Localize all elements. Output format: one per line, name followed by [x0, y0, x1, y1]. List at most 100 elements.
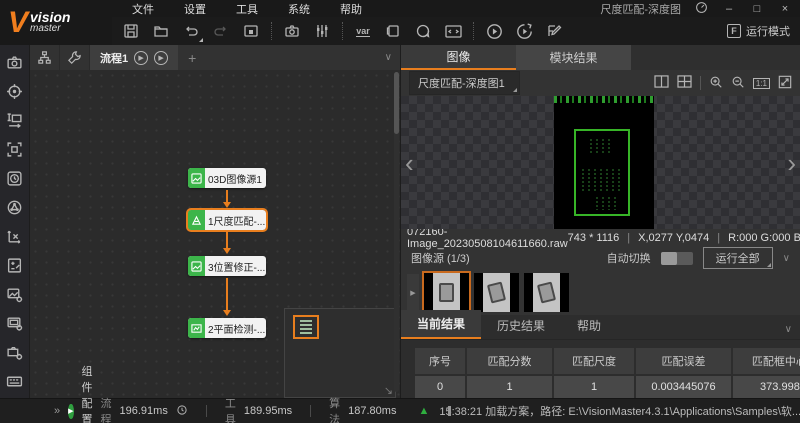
add-flow-button[interactable]: + [188, 50, 196, 66]
run-all-button[interactable]: 运行全部 [703, 247, 773, 269]
col-header-scale: 匹配尺度 [554, 348, 634, 374]
result-table: 序号 匹配分数 匹配尺度 匹配误差 匹配框中心X 匹配框中心Y 匹配框宽度 0 … [415, 348, 800, 398]
auto-switch-toggle[interactable] [661, 252, 693, 265]
node-3d-image-source[interactable]: 03D图像源1 [188, 168, 266, 188]
flow-tab-label: 流程1 [100, 50, 128, 66]
adjust-sliders-button[interactable] [309, 19, 335, 43]
tab-image[interactable]: 图像 [401, 45, 516, 70]
canvas-minimap[interactable]: ↘ [284, 308, 396, 398]
thumbnail-object [537, 281, 556, 303]
flow-connector-arrow [226, 190, 228, 206]
tab-help[interactable]: 帮助 [561, 312, 617, 339]
prev-image-arrow[interactable]: ‹ [405, 153, 414, 173]
scale-match-icon [188, 210, 205, 230]
statusbar-collapse-icon[interactable]: » [54, 405, 60, 417]
next-image-arrow[interactable]: › [787, 153, 796, 173]
component-status-text: 组件配置完成 [82, 363, 93, 423]
run-mode-switch[interactable]: F 运行模式 [727, 23, 800, 39]
result-collapse-chevron-icon[interactable]: ∨ [785, 324, 800, 339]
run-mode-icon: F [727, 24, 741, 38]
speed-dial-icon[interactable] [695, 1, 708, 17]
tool-time-value: 189.95ms [244, 405, 292, 417]
cell-index: 0 [415, 376, 465, 398]
zoom-out-icon[interactable] [731, 75, 745, 92]
canvas-scrollbar[interactable] [394, 72, 399, 392]
menu-system[interactable]: 系统 [274, 0, 324, 19]
measure-icon[interactable] [2, 107, 28, 134]
minimap-resize-icon[interactable]: ↘ [384, 384, 393, 397]
display-settings-icon[interactable] [2, 310, 28, 337]
source-collapse-chevron-icon[interactable]: ∨ [783, 253, 790, 264]
thumbnail-3[interactable] [524, 273, 569, 312]
node-plane-detect[interactable]: 2平面检测-... [188, 318, 266, 338]
location-target-icon[interactable] [2, 78, 28, 105]
title-bar: 文件 设置 工具 系统 帮助 尺度匹配-深度图 – □ × [0, 0, 800, 17]
minimap-node-bar [300, 328, 312, 330]
canvas-scrollbar-thumb[interactable] [394, 72, 399, 134]
thumbnail-scroll-left[interactable]: ▶ [407, 274, 419, 312]
camera-button[interactable] [279, 19, 305, 43]
fit-window-icon[interactable] [778, 75, 792, 92]
run-continuous-button[interactable] [511, 19, 537, 43]
flow-canvas[interactable]: 03D图像源1 1尺度匹配-... 3位置修正-... [30, 70, 400, 398]
redo-button[interactable] [208, 19, 234, 43]
undo-button[interactable] [178, 19, 204, 43]
menu-help[interactable]: 帮助 [326, 0, 376, 19]
split-view-icon[interactable] [654, 75, 669, 91]
io-module-button[interactable] [380, 19, 406, 43]
tab-history-result[interactable]: 历史结果 [481, 312, 561, 339]
edit-scheme-button[interactable] [541, 19, 567, 43]
actual-size-icon[interactable]: 1:1 [753, 78, 770, 89]
close-button[interactable]: × [778, 3, 792, 15]
menu-tools[interactable]: 工具 [222, 0, 272, 19]
variables-button[interactable]: var [350, 19, 376, 43]
node-label: 2平面检测-... [205, 321, 265, 336]
viewer-toolbar-separator [700, 76, 701, 90]
image-source-count: 图像源 (1/3) [411, 250, 470, 266]
image-source-select[interactable]: 尺度匹配-深度图1 [409, 71, 520, 95]
node-position-fix[interactable]: 3位置修正-... [188, 256, 266, 276]
minimap-node-bar [300, 332, 312, 334]
flow-time-detail-icon[interactable] [176, 404, 188, 419]
acquisition-camera-icon[interactable] [2, 49, 28, 76]
calibration-transform-icon[interactable] [2, 223, 28, 250]
minimize-button[interactable]: – [722, 3, 736, 15]
run-once-button[interactable] [481, 19, 507, 43]
camera-settings-icon[interactable] [2, 339, 28, 366]
menu-settings[interactable]: 设置 [170, 0, 220, 19]
deep-learning-icon[interactable] [2, 165, 28, 192]
flow-run-loop-icon[interactable]: ▶ [154, 51, 168, 65]
save-button[interactable] [118, 19, 144, 43]
open-folder-button[interactable] [148, 19, 174, 43]
image-noise-band [554, 96, 654, 103]
tab-current-result[interactable]: 当前结果 [401, 310, 481, 339]
image-toolbar: 尺度匹配-深度图1 1:1 [401, 70, 800, 96]
recognition-focus-icon[interactable] [2, 136, 28, 163]
minimap-node-bar [300, 320, 312, 322]
minimap-viewport[interactable] [293, 315, 319, 339]
tab-module-result[interactable]: 模块结果 [516, 45, 631, 70]
logic-network-icon[interactable] [2, 194, 28, 221]
calculator-icon[interactable] [2, 252, 28, 279]
quad-view-icon[interactable] [677, 75, 692, 91]
flow-list-icon[interactable] [30, 45, 60, 70]
zoom-in-icon[interactable] [709, 75, 723, 92]
thumbnail-2[interactable] [474, 273, 519, 312]
image-viewer[interactable]: ‹ › [401, 96, 800, 229]
window-capture-icon[interactable] [238, 19, 264, 43]
logo-text: vision master [30, 12, 70, 34]
flow-config-wrench-icon[interactable] [60, 45, 90, 70]
thumbnail-1[interactable] [424, 273, 469, 312]
maximize-button[interactable]: □ [750, 3, 764, 15]
script-code-button[interactable] [440, 19, 466, 43]
flow-run-once-icon[interactable]: ▶ [134, 51, 148, 65]
flow-tab-process1[interactable]: 流程1 ▶ ▶ [90, 45, 178, 70]
thumbnail-object [439, 283, 454, 302]
menu-file[interactable]: 文件 [118, 0, 168, 19]
timeline-slider-thumb[interactable] [448, 406, 451, 416]
node-scale-match[interactable]: 1尺度匹配-... [188, 210, 266, 230]
global-trigger-button[interactable] [410, 19, 436, 43]
shortcut-keyboard-icon[interactable] [2, 368, 28, 395]
image-settings-icon[interactable] [2, 281, 28, 308]
flow-tabs-chevron-icon[interactable]: ∨ [385, 52, 400, 63]
